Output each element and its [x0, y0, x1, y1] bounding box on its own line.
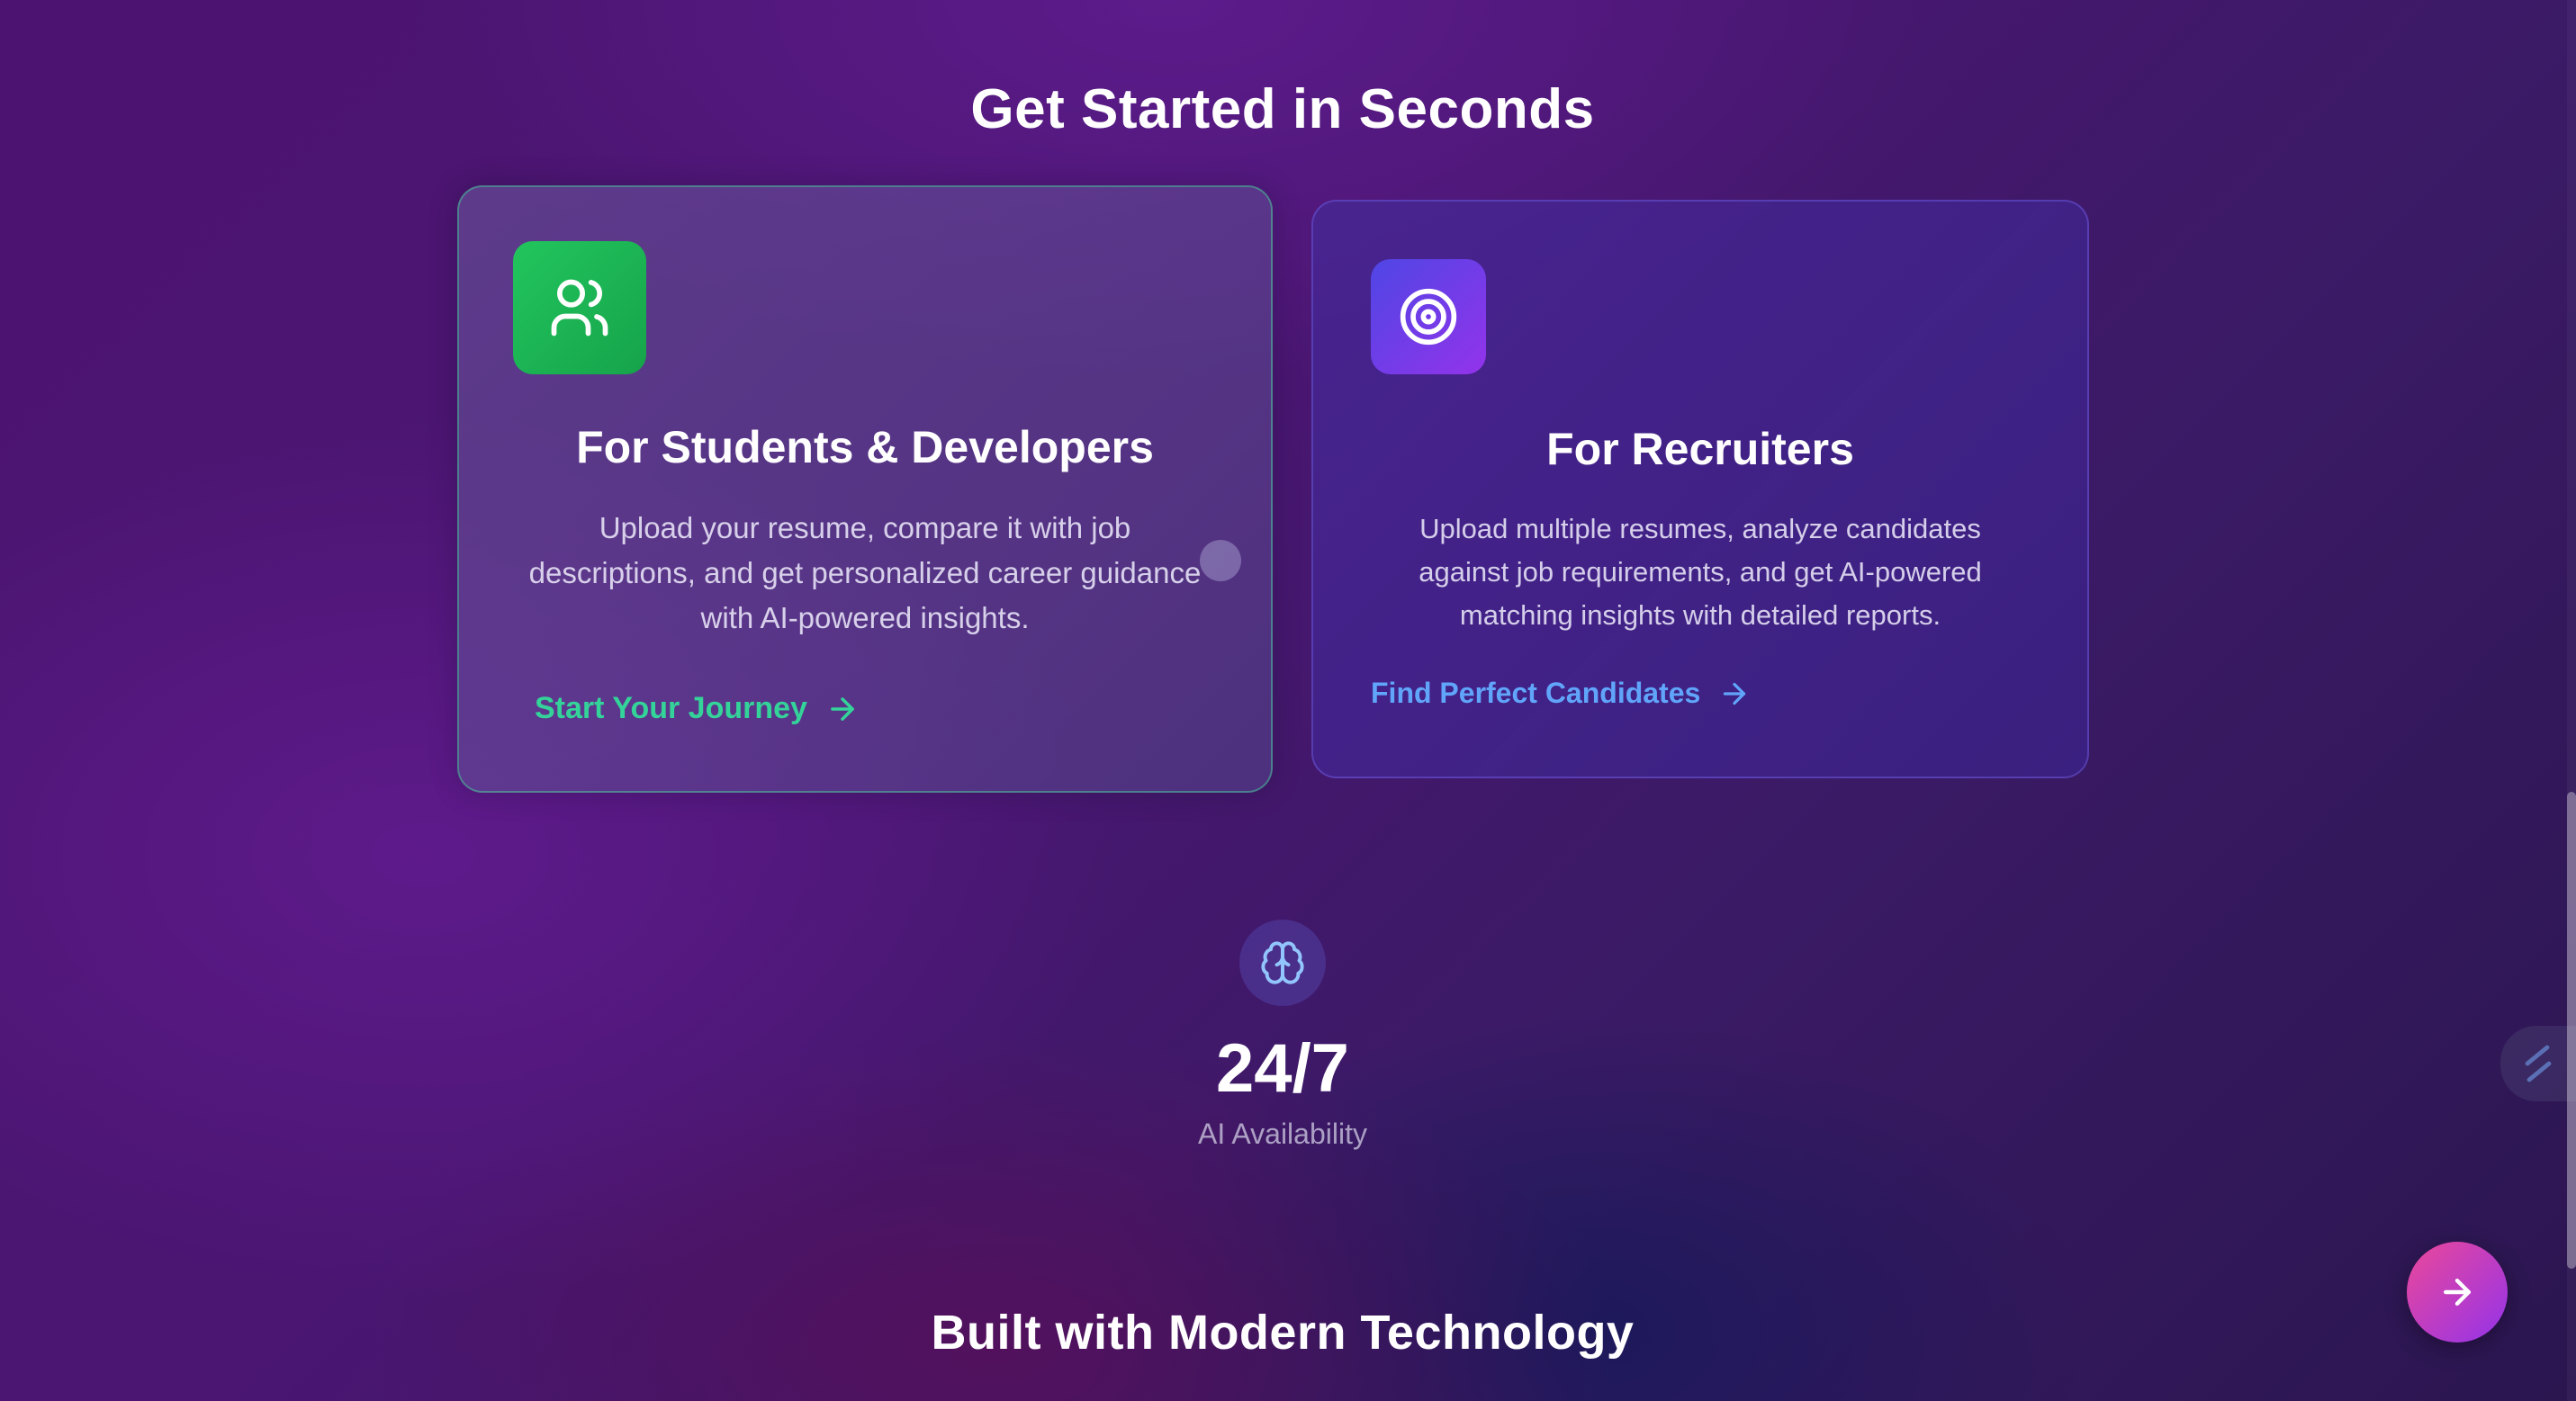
students-card-title: For Students & Developers: [576, 422, 1154, 472]
next-section-title: Built with Modern Technology: [931, 1306, 1635, 1360]
scrollbar[interactable]: [2567, 0, 2576, 1401]
stat-value: 24/7: [1216, 1030, 1349, 1107]
students-card-description: Upload your resume, compare it with job …: [528, 511, 1202, 634]
recruiters-card-description: Upload multiple resumes, analyze candida…: [1419, 513, 1982, 631]
target-icon: [1371, 259, 1486, 374]
lightning-icon: [2525, 1045, 2552, 1082]
arrow-right-icon: [1724, 682, 1746, 705]
find-perfect-candidates-label: Find Perfect Candidates: [1371, 677, 1701, 709]
start-your-journey-label: Start Your Journey: [535, 691, 807, 725]
cursor-dot: [1200, 540, 1241, 581]
recruiters-card[interactable]: For Recruiters Upload multiple resumes, …: [1311, 200, 2089, 778]
find-perfect-candidates-link[interactable]: Find Perfect Candidates: [1371, 677, 1751, 710]
side-widget[interactable]: [2500, 1026, 2576, 1101]
recruiters-card-title: For Recruiters: [1546, 424, 1854, 474]
start-your-journey-link[interactable]: Start Your Journey: [535, 691, 860, 726]
section-title: Get Started in Seconds: [970, 78, 1595, 140]
page: Get Started in Seconds For Students & De…: [0, 0, 2576, 1401]
arrow-right-icon: [831, 696, 854, 721]
availability-stat: 24/7 AI Availability: [0, 920, 2565, 1151]
arrow-right-icon: [2443, 1278, 2472, 1307]
stat-label: AI Availability: [1198, 1118, 1367, 1150]
brain-icon: [1239, 920, 1326, 1006]
scrollbar-thumb[interactable]: [2567, 792, 2576, 1269]
next-button[interactable]: [2407, 1242, 2508, 1343]
users-icon: [513, 241, 646, 374]
students-card[interactable]: For Students & Developers Upload your re…: [457, 185, 1273, 793]
